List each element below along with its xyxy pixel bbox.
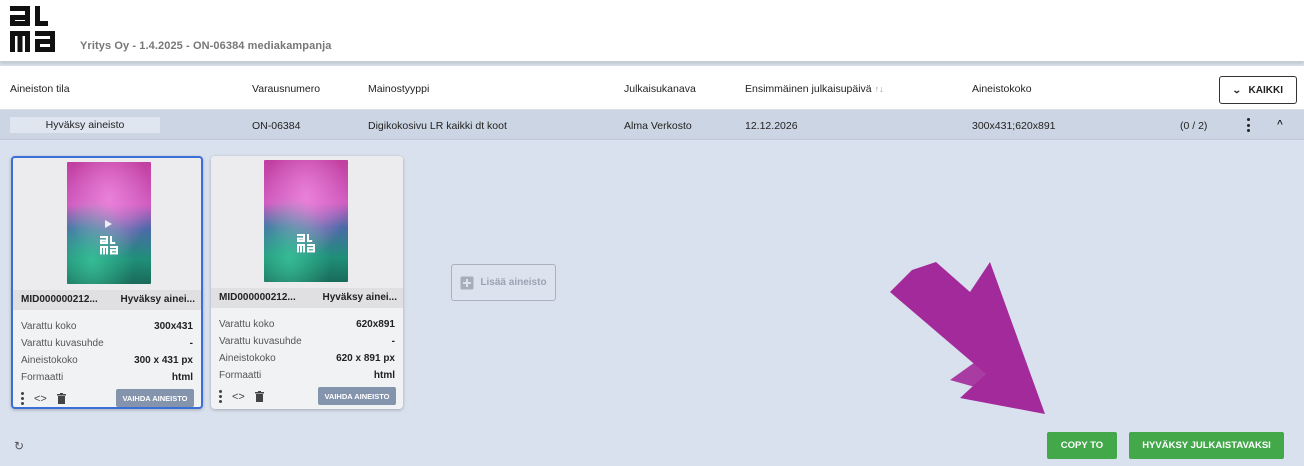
row-channel: Alma Verkosto [624, 120, 692, 132]
table-row[interactable]: Hyväksy aineisto ON-06384 Digikokosivu L… [0, 110, 1304, 140]
spec-value: 300 x 431 px [134, 355, 193, 366]
column-header-channel[interactable]: Julkaisukanava [624, 83, 696, 95]
more-icon[interactable] [21, 392, 24, 405]
card-title-row: MID000000212... Hyväksy ainei... [211, 288, 403, 308]
spec-label: Varattu koko [21, 321, 77, 332]
more-icon[interactable] [219, 390, 222, 403]
spec-material-size: Aineistokoko 300 x 431 px [21, 355, 193, 366]
copy-to-button[interactable]: COPY TO [1047, 432, 1117, 459]
filter-all-label: KAIKKI [1248, 84, 1283, 96]
row-more-icon[interactable] [1244, 118, 1252, 132]
column-header-size[interactable]: Aineistokoko [972, 83, 1032, 95]
material-thumbnail[interactable] [264, 160, 348, 282]
table-header: Aineiston tila Varausnumero Mainostyyppi… [0, 66, 1304, 110]
spec-format: Formaatti html [219, 370, 395, 381]
spec-value: html [373, 370, 395, 381]
material-card[interactable]: MID000000212... Hyväksy ainei... Varattu… [211, 156, 403, 409]
row-count: (0 / 2) [1180, 120, 1208, 132]
material-id: MID000000212... [21, 294, 98, 305]
spec-reserved-ratio: Varattu kuvasuhde - [21, 338, 193, 349]
add-material-button[interactable]: Lisää aineisto [451, 264, 556, 301]
add-material-label: Lisää aineisto [480, 277, 547, 288]
page-title: Yritys Oy - 1.4.2025 - ON-06384 mediakam… [80, 40, 332, 52]
spec-reserved-size: Varattu koko 620x891 [219, 319, 395, 330]
refresh-icon[interactable]: ↻ [14, 439, 24, 453]
filter-all-button[interactable]: ⌄ KAIKKI [1219, 76, 1297, 104]
spec-material-size: Aineistokoko 620 x 891 px [219, 353, 395, 364]
row-sizes: 300x431;620x891 [972, 120, 1056, 132]
expanded-row-panel: MID000000212... Hyväksy ainei... Varattu… [0, 141, 1304, 466]
card-toolbar: <> [21, 392, 66, 405]
status-chip: Hyväksy aineisto [10, 117, 160, 133]
material-preview [211, 156, 403, 288]
spec-value: 620 x 891 px [336, 353, 395, 364]
spec-label: Varattu kuvasuhde [219, 336, 302, 347]
spec-reserved-size: Varattu koko 300x431 [21, 321, 193, 332]
trash-icon[interactable] [56, 393, 66, 404]
spec-label: Aineistokoko [219, 353, 276, 364]
chevron-up-icon[interactable]: ^ [1277, 119, 1283, 130]
add-box-icon [460, 276, 474, 289]
approve-for-publishing-button[interactable]: HYVÄKSY JULKAISTAVAKSI [1129, 432, 1284, 459]
top-bar: Yritys Oy - 1.4.2025 - ON-06384 mediakam… [0, 0, 1304, 62]
spec-format: Formaatti html [21, 372, 193, 383]
spec-label: Formaatti [219, 370, 262, 381]
spec-value: html [171, 372, 193, 383]
spec-label: Varattu koko [219, 319, 275, 330]
column-header-first-date-label: Ensimmäinen julkaisupäivä [745, 83, 872, 95]
material-id: MID000000212... [219, 292, 296, 303]
chevron-down-icon: ⌄ [1231, 84, 1242, 95]
spec-value: 300x431 [154, 321, 193, 332]
sort-icon: ↑↓ [874, 84, 884, 94]
spec-value: - [391, 336, 395, 347]
alma-logo [10, 6, 55, 52]
replace-material-button[interactable]: VAIHDA AINEISTO [116, 389, 194, 407]
material-preview [13, 158, 201, 290]
column-header-reservation[interactable]: Varausnumero [252, 83, 320, 95]
annotation-arrow-icon [890, 262, 1045, 414]
code-icon[interactable]: <> [232, 391, 245, 403]
trash-icon[interactable] [254, 391, 264, 402]
spec-label: Varattu kuvasuhde [21, 338, 104, 349]
column-header-first-date[interactable]: Ensimmäinen julkaisupäivä ↑↓ [745, 83, 884, 95]
row-first-date: 12.12.2026 [745, 120, 798, 132]
spec-value: 620x891 [356, 319, 395, 330]
card-toolbar: <> [219, 390, 264, 403]
code-icon[interactable]: <> [34, 393, 47, 405]
column-header-status[interactable]: Aineiston tila [10, 83, 70, 95]
spec-value: - [189, 338, 193, 349]
spec-reserved-ratio: Varattu kuvasuhde - [219, 336, 395, 347]
row-ad-type: Digikokosivu LR kaikki dt koot [368, 120, 507, 132]
replace-material-button[interactable]: VAIHDA AINEISTO [318, 387, 396, 405]
material-thumbnail[interactable] [67, 162, 151, 284]
material-status: Hyväksy ainei... [120, 294, 196, 305]
column-header-ad-type[interactable]: Mainostyyppi [368, 83, 429, 95]
material-status: Hyväksy ainei... [322, 292, 398, 303]
row-reservation: ON-06384 [252, 120, 301, 132]
card-title-row: MID000000212... Hyväksy ainei... [13, 290, 201, 310]
spec-label: Aineistokoko [21, 355, 78, 366]
spec-label: Formaatti [21, 372, 64, 383]
material-card[interactable]: MID000000212... Hyväksy ainei... Varattu… [11, 156, 203, 409]
